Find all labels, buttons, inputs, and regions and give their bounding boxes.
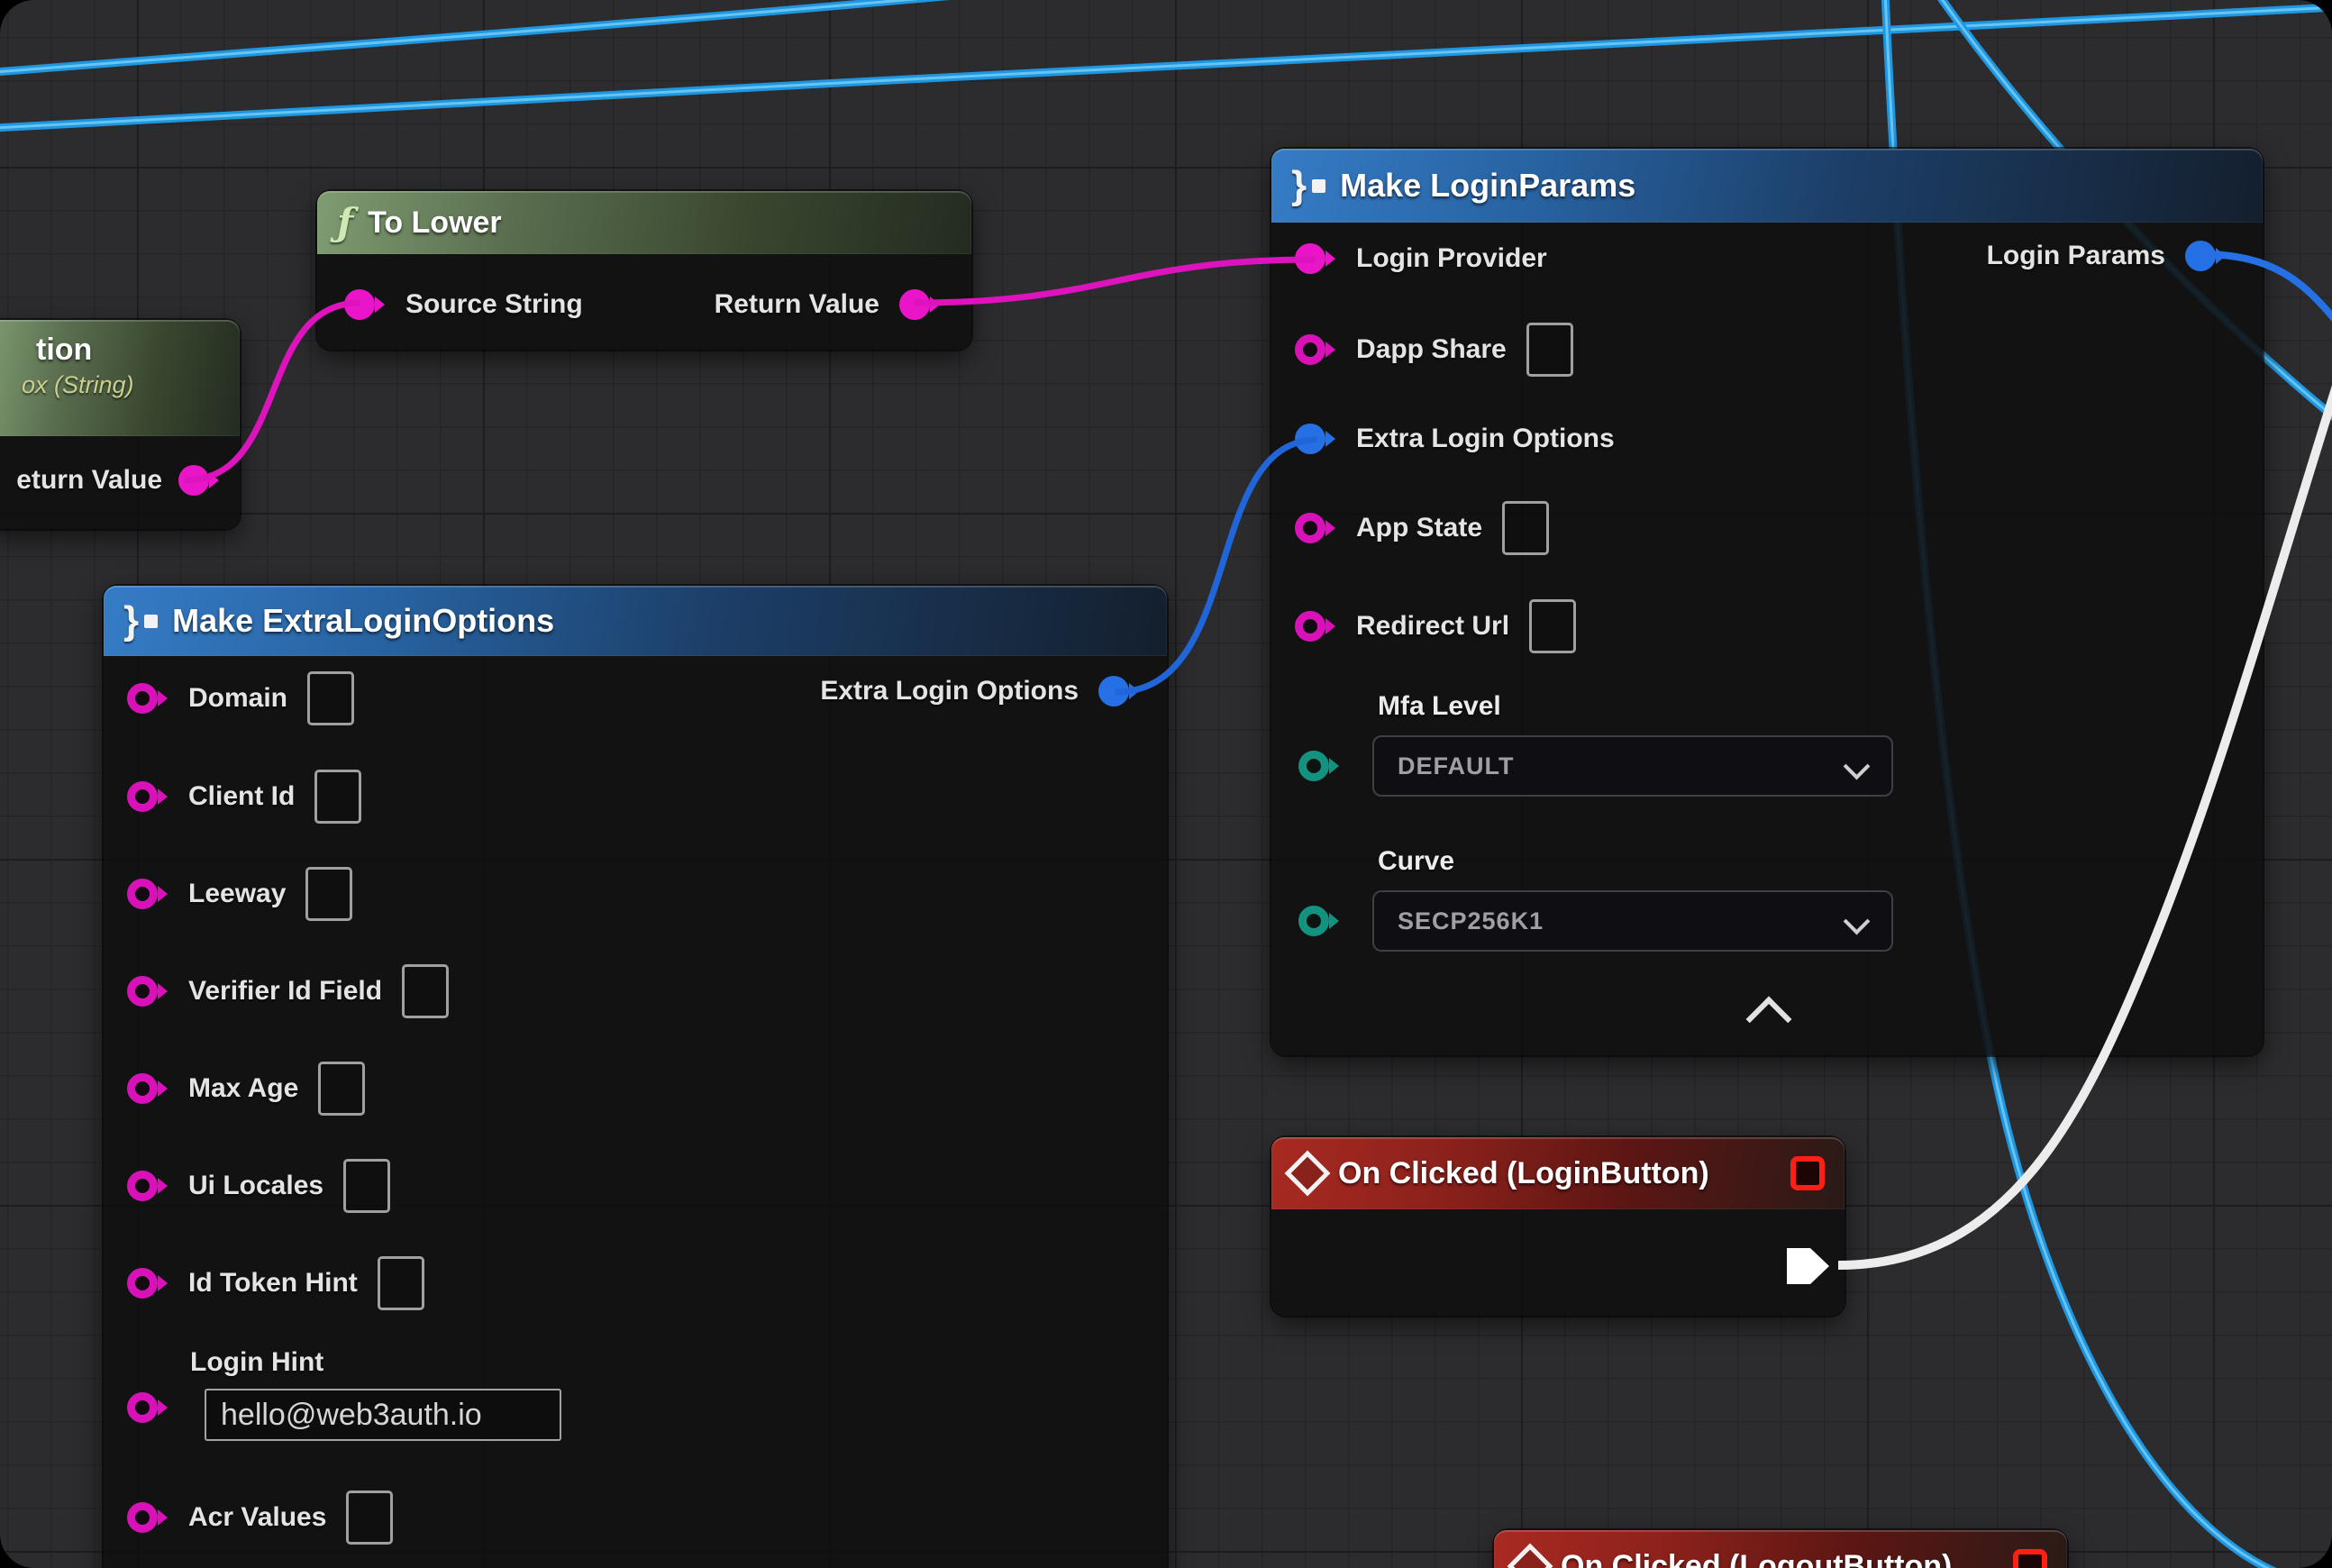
wire-exec-white[interactable] [1838,383,2332,1265]
blueprint-graph-canvas[interactable]: tion ox (String) eturn Value ƒ To Lower … [0,0,2332,1568]
wire-to-lower-to-login-provider[interactable] [914,260,1316,303]
wire-return-value-to-source-string[interactable] [185,303,360,480]
wires-over-layer [0,0,2332,1568]
wire-login-params-out[interactable] [2200,254,2332,323]
wire-extra-login-options[interactable] [1116,440,1317,692]
